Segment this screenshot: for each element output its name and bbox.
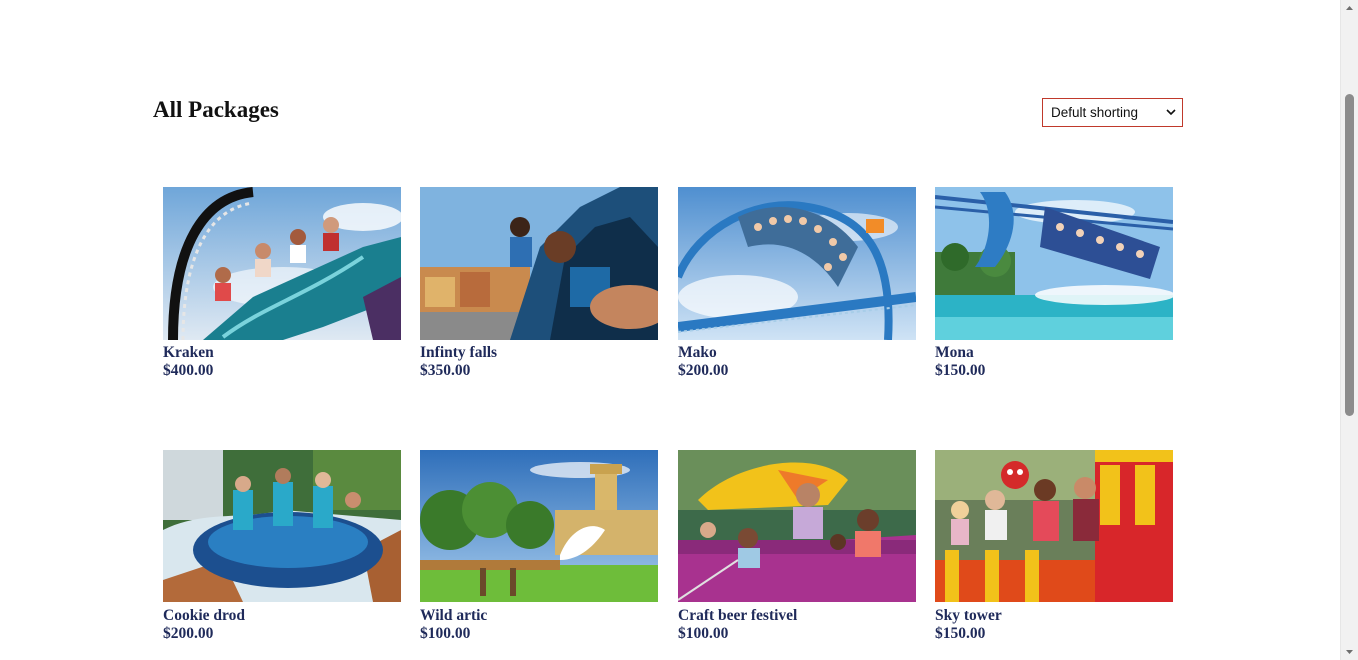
package-image-sky-tower[interactable]: [935, 450, 1173, 603]
package-image-infinty-falls[interactable]: [420, 187, 658, 340]
package-name[interactable]: Cookie drod: [163, 607, 401, 625]
package-image-cookie-drod[interactable]: [163, 450, 401, 603]
blue-coaster-loop-photo: [678, 187, 916, 340]
scroll-up-arrow-icon[interactable]: [1345, 4, 1354, 13]
package-price: $100.00: [420, 625, 471, 642]
package-image-kraken[interactable]: [163, 187, 401, 340]
package-card-mako[interactable]: Mako $200.00: [678, 187, 916, 380]
package-image-wild-artic[interactable]: [420, 450, 658, 603]
kids-train-ride-photo: [935, 450, 1173, 602]
package-card-craft-beer-festivel[interactable]: Craft beer festivel $100.00: [678, 450, 916, 643]
package-card-sky-tower[interactable]: Sky tower $150.00: [935, 450, 1173, 643]
package-name[interactable]: Sky tower: [935, 607, 1173, 625]
package-card-infinty-falls[interactable]: Infinty falls $350.00: [420, 187, 658, 380]
package-name[interactable]: Mako: [678, 344, 916, 362]
package-name[interactable]: Wild artic: [420, 607, 658, 625]
water-splash-castle-photo: [420, 450, 658, 602]
package-image-craft-beer-festivel[interactable]: [678, 450, 916, 603]
roller-coaster-riders-photo: [163, 187, 401, 340]
package-price: $150.00: [935, 362, 986, 379]
package-name[interactable]: Mona: [935, 344, 1173, 362]
package-price: $100.00: [678, 625, 729, 642]
package-image-mona[interactable]: [935, 187, 1173, 340]
package-price: $200.00: [163, 625, 214, 642]
ride-close-up-photo: [420, 187, 658, 340]
package-card-cookie-drod[interactable]: Cookie drod $200.00: [163, 450, 401, 643]
package-price: $350.00: [420, 362, 471, 379]
package-card-mona[interactable]: Mona $150.00: [935, 187, 1173, 380]
scroll-down-arrow-icon[interactable]: [1345, 647, 1354, 656]
river-raft-photo: [163, 450, 401, 602]
package-price: $200.00: [678, 362, 729, 379]
vertical-scrollbar[interactable]: [1341, 0, 1358, 660]
page-title: All Packages: [153, 97, 279, 122]
package-image-mako[interactable]: [678, 187, 916, 340]
package-name[interactable]: Craft beer festivel: [678, 607, 916, 625]
page: All Packages Defult shorting Kraken $400…: [0, 0, 1358, 660]
sort-select[interactable]: Defult shorting: [1042, 98, 1183, 127]
package-name[interactable]: Kraken: [163, 344, 401, 362]
package-card-wild-artic[interactable]: Wild artic $100.00: [420, 450, 658, 643]
coaster-over-water-photo: [935, 187, 1173, 340]
package-price: $400.00: [163, 362, 214, 379]
family-ride-photo: [678, 450, 916, 602]
package-card-kraken[interactable]: Kraken $400.00: [163, 187, 401, 380]
scrollbar-thumb[interactable]: [1345, 94, 1354, 416]
package-name[interactable]: Infinty falls: [420, 344, 658, 362]
sort-select-value: Defult shorting: [1051, 105, 1139, 120]
chevron-down-icon: [1166, 109, 1176, 116]
package-price: $150.00: [935, 625, 986, 642]
